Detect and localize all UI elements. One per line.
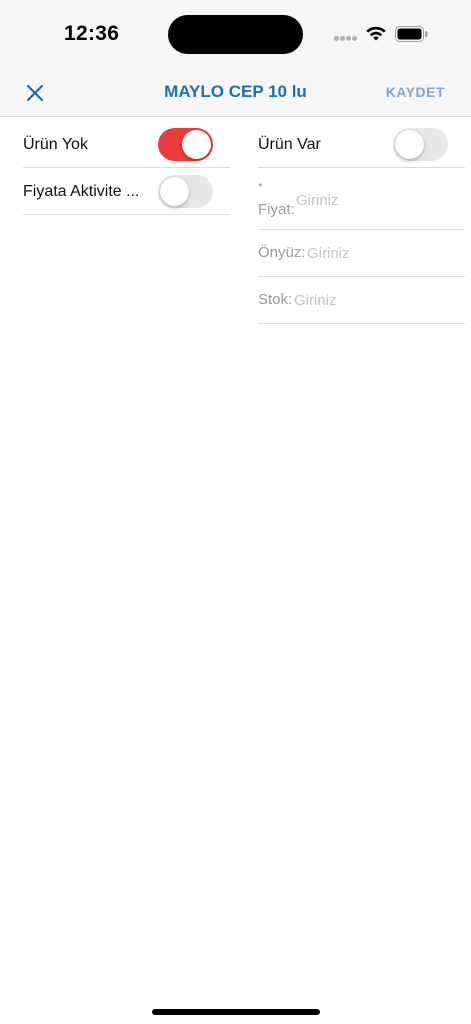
- status-time: 12:36: [64, 22, 120, 45]
- stok-row: Stok:: [258, 277, 465, 324]
- fiyat-input[interactable]: [296, 189, 446, 211]
- screen: 12:36 MAYLO CEP 10 lu KAYDET Ürün Yok Fi…: [0, 0, 471, 1024]
- urun-yok-row: Ürün Yok: [23, 121, 230, 168]
- fiyat-label: Fiyat:: [258, 201, 295, 218]
- toggle-knob: [160, 177, 189, 206]
- nav-divider: [0, 116, 471, 117]
- stok-label: Stok:: [258, 291, 293, 308]
- status-bar: 12:36: [0, 0, 471, 70]
- fiyat-row: * Fiyat:: [258, 168, 465, 230]
- battery-icon: [395, 26, 428, 42]
- dynamic-island: [168, 15, 303, 54]
- save-button[interactable]: KAYDET: [386, 84, 445, 100]
- fiyata-aktivite-toggle[interactable]: [158, 175, 213, 208]
- urun-yok-toggle[interactable]: [158, 128, 213, 161]
- wifi-icon: [365, 24, 387, 42]
- urun-var-label: Ürün Var: [258, 136, 321, 153]
- fiyata-aktivite-row: Fiyata Aktivite ...: [23, 168, 230, 215]
- onyuz-label: Önyüz:: [258, 244, 306, 261]
- urun-yok-label: Ürün Yok: [23, 136, 88, 153]
- onyuz-input[interactable]: [307, 242, 457, 264]
- navigation-bar: MAYLO CEP 10 lu KAYDET: [0, 70, 471, 116]
- onyuz-row: Önyüz:: [258, 230, 465, 277]
- required-mark: *: [258, 180, 263, 194]
- urun-var-toggle[interactable]: [393, 128, 448, 161]
- stok-input[interactable]: [294, 289, 444, 311]
- fiyata-aktivite-label: Fiyata Aktivite ...: [23, 183, 140, 200]
- toggle-knob: [395, 130, 424, 159]
- urun-var-row: Ürün Var: [258, 121, 465, 168]
- toggle-knob: [182, 130, 211, 159]
- home-indicator: [152, 1009, 320, 1015]
- cellular-signal-icon: [334, 36, 358, 42]
